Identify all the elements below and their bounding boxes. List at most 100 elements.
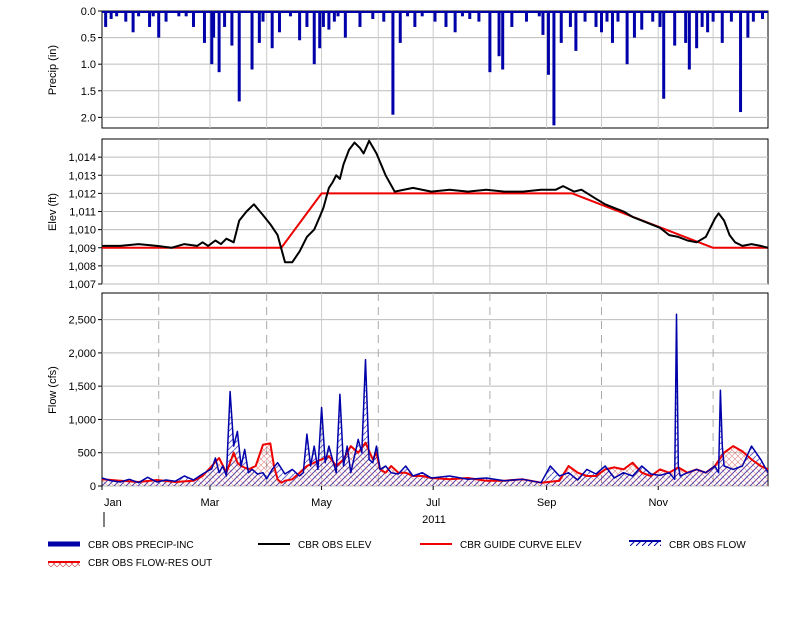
precip-ytick-label: 1.5 [81,86,96,98]
precip-bar [327,11,331,30]
precip-bar [237,11,241,102]
precip-ytick-label: 1.0 [81,59,96,71]
precip-bar [640,11,644,30]
precip-bar [583,11,587,22]
precip-ylabel: Precip (in) [47,45,59,95]
elev-ytick-label: 1,014 [68,152,96,164]
legend-entry-precip: CBR OBS PRECIP-INC [48,540,194,551]
precip-bar [137,11,141,17]
precip-bar [104,11,108,27]
precip-bar [288,11,292,17]
precip-bar [433,11,437,22]
precip-bar [202,11,206,43]
precip-bar [729,11,733,22]
precip-bar [332,11,336,22]
precip-bar [257,11,261,43]
elev-ytick-label: 1,011 [69,207,96,219]
precip-bar [191,11,195,27]
legend-label-res-out: CBR OBS FLOW-RES OUT [88,558,212,569]
precip-bar [444,11,448,27]
precip-bar [217,11,221,73]
precip-bar [616,11,620,22]
x-tick-label-may: May [311,497,332,509]
legend-label-flow: CBR OBS FLOW [669,540,746,551]
precip-bar [700,11,704,27]
precip-bar [382,11,386,22]
flow-panel [101,292,769,487]
precip-bar [358,11,362,27]
precip-bar [510,11,514,27]
precip-bar [270,11,274,49]
precip-bar [477,11,481,22]
precip-bar [537,11,541,17]
precip-bar [391,11,395,115]
precip-bar [687,11,691,70]
precip-panel [101,10,769,129]
precip-bar [497,11,501,57]
elev-ytick-label: 1,008 [68,261,96,273]
flow-ytick-label: 1,500 [68,381,96,393]
precip-bar [751,11,755,22]
precip-bar [594,11,598,27]
precip-bar [610,11,614,43]
precip-bar [277,11,281,33]
precip-ytick-label: 0.0 [81,6,96,18]
elev-ytick-label: 1,013 [68,170,96,182]
legend-entry-guide-curve: CBR GUIDE CURVE ELEV [420,540,582,551]
flow-ytick-label: 2,000 [68,348,96,360]
precip-bar [371,11,375,19]
precip-bar [695,11,699,49]
precip-bar [468,11,472,19]
precip-bar [711,11,715,22]
precip-bar [658,11,662,27]
precip-ytick-label: 2.0 [81,112,96,124]
precip-bar [148,11,152,27]
precip-bar [321,11,325,27]
elev-ylabel: Elev (ft) [47,193,59,231]
precip-bar [720,11,724,43]
precip-bar [223,11,227,27]
precip-bar [261,11,265,22]
precip-bar [406,11,410,17]
elev-ytick-label: 1,012 [68,188,96,200]
precip-bar [568,11,572,27]
elev-ytick-label: 1,007 [68,279,96,291]
precip-bar [184,11,188,17]
x-tick-label-jan: Jan [104,497,122,509]
legend: CBR OBS PRECIP-INC CBR OBS ELEV CBR GUID… [48,540,746,569]
precip-bar [250,11,254,70]
precip-bar [336,11,340,17]
precip-bar [212,11,216,38]
x-tick-label-jul: Jul [426,497,440,509]
precip-bar [460,11,464,17]
precip-bar [131,11,135,33]
flow-ytick-label: 500 [78,448,96,460]
precip-bar [420,11,424,17]
x-tick-label-sep: Sep [537,497,557,509]
precip-bar [574,11,578,51]
precip-bar [115,11,119,17]
elev-ytick-label: 1,010 [68,225,96,237]
legend-entry-flow: CBR OBS FLOW [629,540,746,551]
precip-bar [318,11,322,49]
legend-label-elev: CBR OBS ELEV [298,540,372,551]
precip-bar [124,11,128,22]
precip-bar [230,11,234,46]
precip-bar [600,11,603,33]
flow-ytick-label: 1,000 [68,414,96,426]
x-axis-year-label: 2011 [422,514,446,526]
precip-bar [546,11,550,75]
precip-bar [559,11,563,43]
precip-bar [706,11,710,33]
precip-bar [662,11,666,99]
precip-bar [605,11,609,22]
precip-bar [413,11,417,27]
chart-canvas: Precip (in) Elev (ft) Flow (cfs) 2011 0.… [47,6,769,569]
precip-bar [488,11,492,73]
precip-bar [151,11,155,17]
precip-bar [501,11,505,70]
precip-bar [761,11,765,19]
precip-bar [305,11,309,27]
precip-bar [541,11,545,35]
precip-bar [684,11,688,43]
